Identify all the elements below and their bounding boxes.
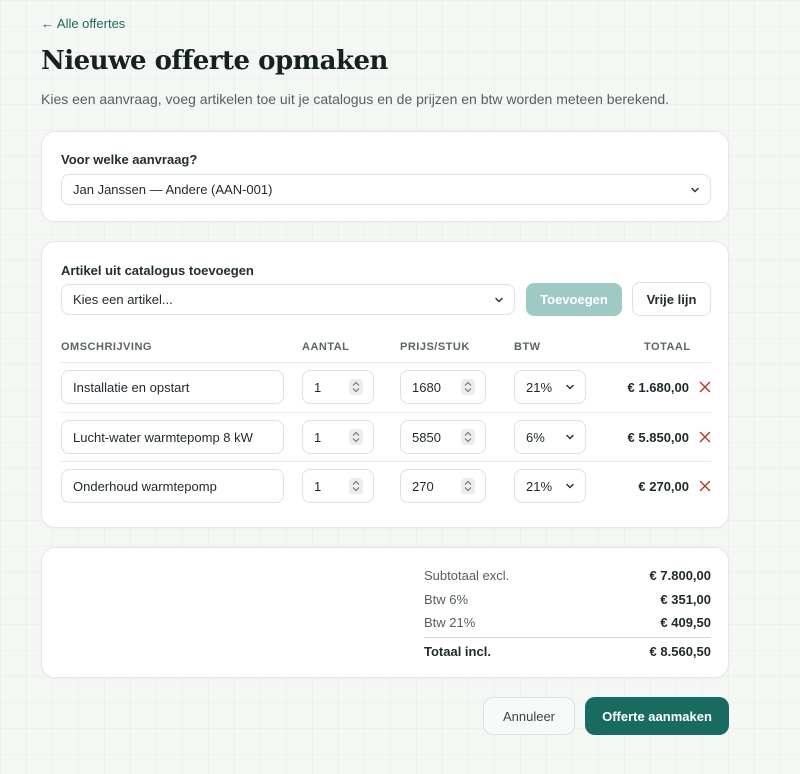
page-subtitle: Kies een aanvraag, voeg artikelen toe ui… — [41, 91, 670, 107]
description-input[interactable]: Onderhoud warmtepomp — [61, 469, 284, 503]
qty-stepper[interactable]: 1 — [302, 370, 374, 404]
description-value: Onderhoud warmtepomp — [73, 478, 217, 494]
description-value: Lucht-water warmtepomp 8 kW — [73, 429, 253, 445]
spinner-icon[interactable] — [349, 478, 363, 494]
request-label: Voor welke aanvraag? — [61, 152, 198, 167]
cancel-button[interactable]: Annuleer — [483, 697, 575, 735]
table-row: Installatie en opstart 1 1680 21% € 1.68… — [42, 363, 730, 411]
catalog-select[interactable]: Kies een artikel... — [61, 284, 515, 315]
vat-select[interactable]: 21% — [514, 370, 586, 404]
price-input[interactable]: 1680 — [400, 370, 486, 404]
request-card: Voor welke aanvraag? Jan Janssen — Ander… — [41, 131, 729, 222]
header-qty: AANTAL — [302, 341, 350, 353]
row-total: € 5.850,00 — [627, 429, 689, 445]
remove-icon[interactable] — [698, 430, 712, 444]
description-value: Installatie en opstart — [73, 379, 190, 395]
chevron-down-icon — [495, 297, 503, 302]
spinner-icon[interactable] — [349, 429, 363, 445]
request-select[interactable]: Jan Janssen — Andere (AAN-001) — [61, 174, 711, 205]
vat21-label: Btw 21% — [424, 615, 476, 630]
vat6-label: Btw 6% — [424, 592, 469, 607]
vat-value: 6% — [526, 429, 545, 445]
chevron-down-icon — [566, 483, 574, 489]
header-vat: BTW — [514, 341, 541, 353]
vat6-value: € 351,00 — [660, 592, 711, 607]
header-total: TOTAAL — [644, 341, 691, 353]
subtotal-label: Subtotaal excl. — [424, 568, 510, 583]
price-input[interactable]: 5850 — [400, 420, 486, 454]
request-select-value: Jan Janssen — Andere (AAN-001) — [73, 182, 273, 197]
vat21-row: Btw 21% € 409,50 — [424, 615, 711, 630]
remove-icon[interactable] — [698, 380, 712, 394]
table-row: Lucht-water warmtepomp 8 kW 1 5850 6% € … — [42, 413, 730, 461]
description-input[interactable]: Lucht-water warmtepomp 8 kW — [61, 420, 284, 454]
header-price: PRIJS/STUK — [400, 341, 470, 353]
vat-select[interactable]: 6% — [514, 420, 586, 454]
summary-card: Subtotaal excl. € 7.800,00 Btw 6% € 351,… — [41, 547, 729, 678]
table-row: Onderhoud warmtepomp 1 270 21% € 270,00 — [42, 462, 730, 510]
items-card: Artikel uit catalogus toevoegen Kies een… — [41, 241, 729, 528]
total-label: Totaal incl. — [424, 644, 491, 659]
price-value: 270 — [412, 478, 434, 494]
spinner-icon[interactable] — [349, 379, 363, 395]
header-description: OMSCHRIJVING — [61, 341, 152, 353]
vat21-value: € 409,50 — [660, 615, 711, 630]
row-total: € 1.680,00 — [627, 379, 689, 395]
vat-select[interactable]: 21% — [514, 469, 586, 503]
vat-value: 21% — [526, 478, 553, 494]
chevron-down-icon — [566, 384, 574, 390]
price-input[interactable]: 270 — [400, 469, 486, 503]
vat6-row: Btw 6% € 351,00 — [424, 592, 711, 607]
qty-stepper[interactable]: 1 — [302, 420, 374, 454]
description-input[interactable]: Installatie en opstart — [61, 370, 284, 404]
subtotal-value: € 7.800,00 — [649, 568, 711, 583]
catalog-select-value: Kies een artikel... — [73, 292, 173, 307]
free-line-button[interactable]: Vrije lijn — [632, 282, 711, 316]
spinner-icon[interactable] — [461, 478, 475, 494]
qty-value: 1 — [314, 478, 322, 494]
subtotal-row: Subtotaal excl. € 7.800,00 — [424, 568, 711, 583]
vat-value: 21% — [526, 379, 553, 395]
spinner-icon[interactable] — [461, 379, 475, 395]
qty-value: 1 — [314, 379, 322, 395]
add-item-button[interactable]: Toevoegen — [526, 283, 622, 316]
total-row: Totaal incl. € 8.560,50 — [424, 644, 711, 659]
price-value: 1680 — [412, 379, 441, 395]
row-total: € 270,00 — [638, 478, 689, 494]
remove-icon[interactable] — [698, 479, 712, 493]
spinner-icon[interactable] — [461, 429, 475, 445]
page-title: Nieuwe offerte opmaken — [41, 46, 388, 76]
chevron-down-icon — [566, 434, 574, 440]
qty-value: 1 — [314, 429, 322, 445]
total-value: € 8.560,50 — [649, 644, 711, 659]
price-value: 5850 — [412, 429, 441, 445]
catalog-label: Artikel uit catalogus toevoegen — [61, 263, 254, 278]
divider — [424, 637, 711, 638]
chevron-down-icon — [691, 187, 699, 192]
back-link[interactable]: ← Alle offertes — [41, 16, 125, 31]
qty-stepper[interactable]: 1 — [302, 469, 374, 503]
create-quote-button[interactable]: Offerte aanmaken — [585, 697, 729, 735]
